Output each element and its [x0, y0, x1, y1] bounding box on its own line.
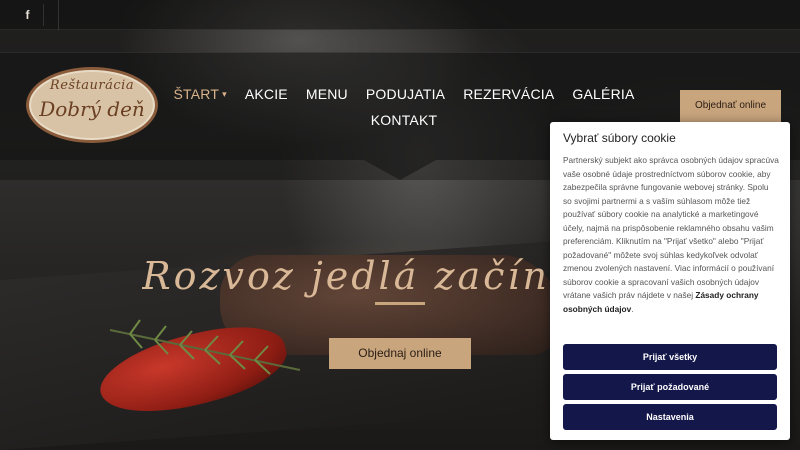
cookie-dialog: Vybrať súbory cookie Partnerský subjekt … [550, 122, 790, 440]
cookie-dialog-body: Partnerský subjekt ako správca osobných … [563, 154, 779, 316]
nav-item-start[interactable]: ŠTART ▾ [165, 82, 236, 106]
social-divider [58, 0, 59, 30]
accept-all-button[interactable]: Prijať všetky [563, 344, 777, 370]
nav-item-akcie[interactable]: AKCIE [236, 82, 297, 106]
nav-item-kontakt[interactable]: KONTAKT [362, 108, 446, 132]
nav-row-1: ŠTART ▾ AKCIE MENU PODUJATIA REZERVÁCIA G… [174, 82, 635, 106]
top-social-bar: f [0, 0, 800, 30]
nav-item-label: ŠTART [173, 86, 220, 102]
hero-order-button[interactable]: Objednaj online [329, 338, 471, 369]
cookie-dialog-title: Vybrať súbory cookie [563, 131, 676, 145]
logo-main-text: Dobrý deň [39, 97, 145, 121]
order-online-header-button[interactable]: Objednať online [680, 90, 781, 122]
cookie-body-end: . [631, 303, 634, 314]
site-logo[interactable]: Reštaurácia Dobrý deň [26, 67, 158, 143]
hero-divider [375, 302, 425, 305]
nav-item-galeria[interactable]: GALÉRIA [563, 82, 643, 106]
cookie-settings-button[interactable]: Nastavenia [563, 404, 777, 430]
nav-item-rezervacia[interactable]: REZERVÁCIA [454, 82, 563, 106]
logo-top-text: Reštaurácia [49, 78, 135, 93]
accept-required-button[interactable]: Prijať požadované [563, 374, 777, 400]
hero-title: Rozvoz jedlá začína po 11 h [142, 254, 552, 298]
nav-item-podujatia[interactable]: PODUJATIA [357, 82, 454, 106]
chevron-down-icon: ▾ [222, 89, 227, 99]
cookie-body-text: Partnerský subjekt ako správca osobných … [563, 155, 779, 300]
header-notch [364, 160, 436, 180]
facebook-icon[interactable]: f [20, 4, 44, 26]
rosemary-image [109, 319, 301, 375]
nav-item-menu[interactable]: MENU [297, 82, 357, 106]
